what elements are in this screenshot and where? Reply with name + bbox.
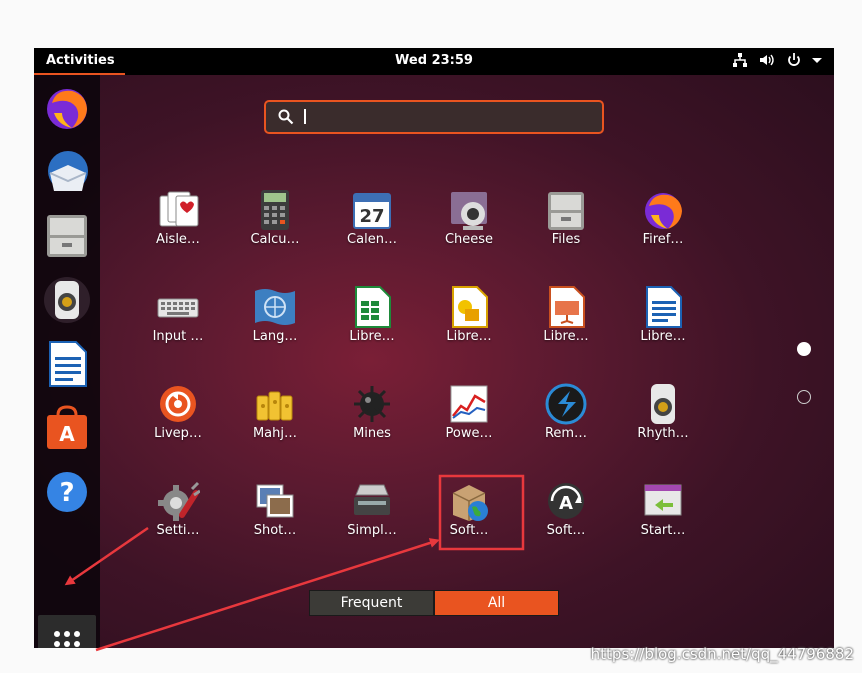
annotation-arrow bbox=[95, 538, 440, 652]
highlight-box bbox=[438, 474, 525, 551]
annotation-layer bbox=[64, 474, 525, 652]
watermark: https://blog.csdn.net/qq_44796882 bbox=[590, 645, 854, 663]
annotation-arrow bbox=[64, 526, 149, 586]
